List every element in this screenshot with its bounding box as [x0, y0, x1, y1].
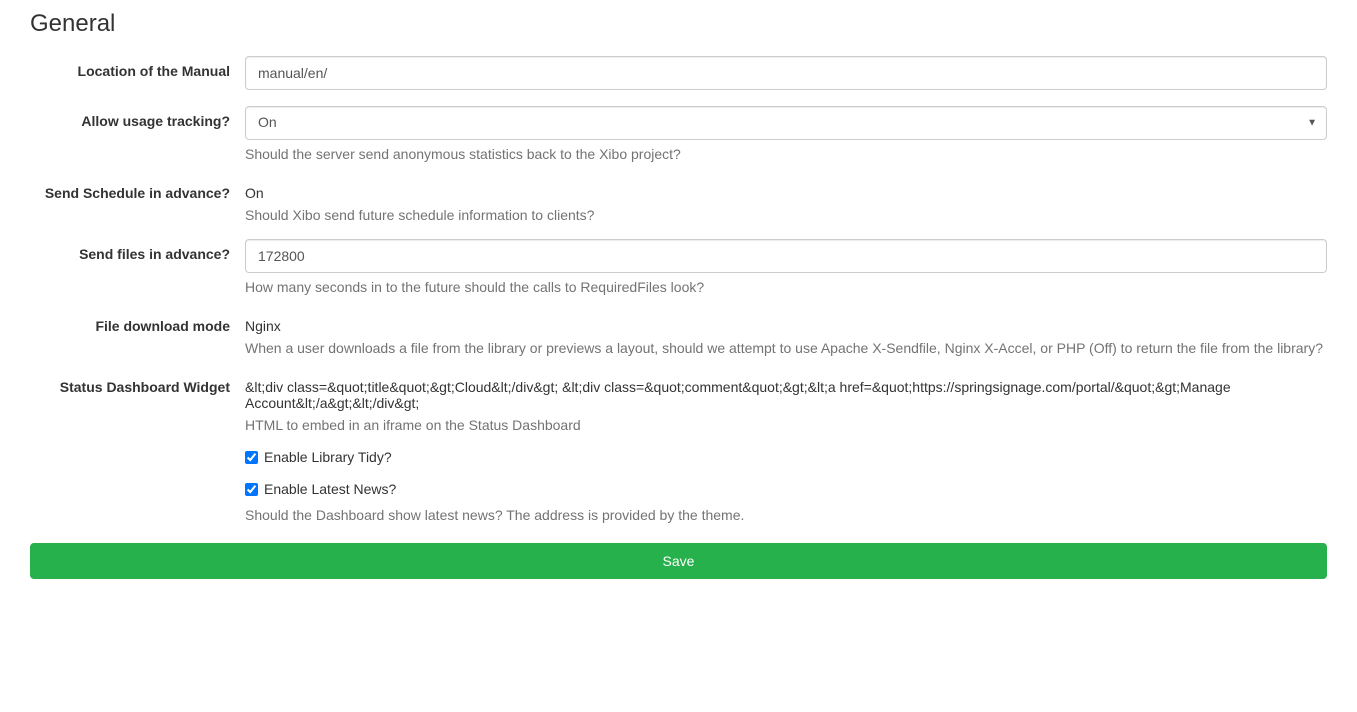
- form-group-download-mode: File download mode Nginx When a user dow…: [30, 311, 1327, 356]
- latest-news-row: Enable Latest News?: [245, 481, 1327, 497]
- download-mode-help: When a user downloads a file from the li…: [245, 340, 1327, 356]
- usage-tracking-help: Should the server send anonymous statist…: [245, 146, 1327, 162]
- latest-news-help: Should the Dashboard show latest news? T…: [245, 507, 1327, 523]
- status-widget-value: &lt;div class=&quot;title&quot;&gt;Cloud…: [245, 372, 1327, 411]
- send-schedule-value: On: [245, 178, 1327, 201]
- send-files-label: Send files in advance?: [30, 239, 245, 262]
- form-group-send-schedule: Send Schedule in advance? On Should Xibo…: [30, 178, 1327, 223]
- status-widget-help: HTML to embed in an iframe on the Status…: [245, 417, 1327, 433]
- library-tidy-checkbox[interactable]: [245, 451, 258, 464]
- send-files-help: How many seconds in to the future should…: [245, 279, 1327, 295]
- library-tidy-row: Enable Library Tidy?: [245, 449, 1327, 465]
- usage-tracking-label: Allow usage tracking?: [30, 106, 245, 129]
- form-group-send-files: Send files in advance? How many seconds …: [30, 239, 1327, 295]
- save-button[interactable]: Save: [30, 543, 1327, 579]
- latest-news-label: Enable Latest News?: [264, 481, 396, 497]
- send-schedule-help: Should Xibo send future schedule informa…: [245, 207, 1327, 223]
- manual-location-input[interactable]: [245, 56, 1327, 90]
- form-group-usage-tracking: Allow usage tracking? On ▼ Should the se…: [30, 106, 1327, 162]
- section-title: General: [30, 10, 1327, 38]
- manual-location-label: Location of the Manual: [30, 56, 245, 79]
- usage-tracking-select[interactable]: On: [245, 106, 1327, 140]
- download-mode-label: File download mode: [30, 311, 245, 334]
- send-files-input[interactable]: [245, 239, 1327, 273]
- status-widget-label: Status Dashboard Widget: [30, 372, 245, 395]
- latest-news-checkbox[interactable]: [245, 483, 258, 496]
- download-mode-value: Nginx: [245, 311, 1327, 334]
- form-group-status-widget: Status Dashboard Widget &lt;div class=&q…: [30, 372, 1327, 433]
- send-schedule-label: Send Schedule in advance?: [30, 178, 245, 201]
- library-tidy-label: Enable Library Tidy?: [264, 449, 392, 465]
- form-group-manual-location: Location of the Manual: [30, 56, 1327, 90]
